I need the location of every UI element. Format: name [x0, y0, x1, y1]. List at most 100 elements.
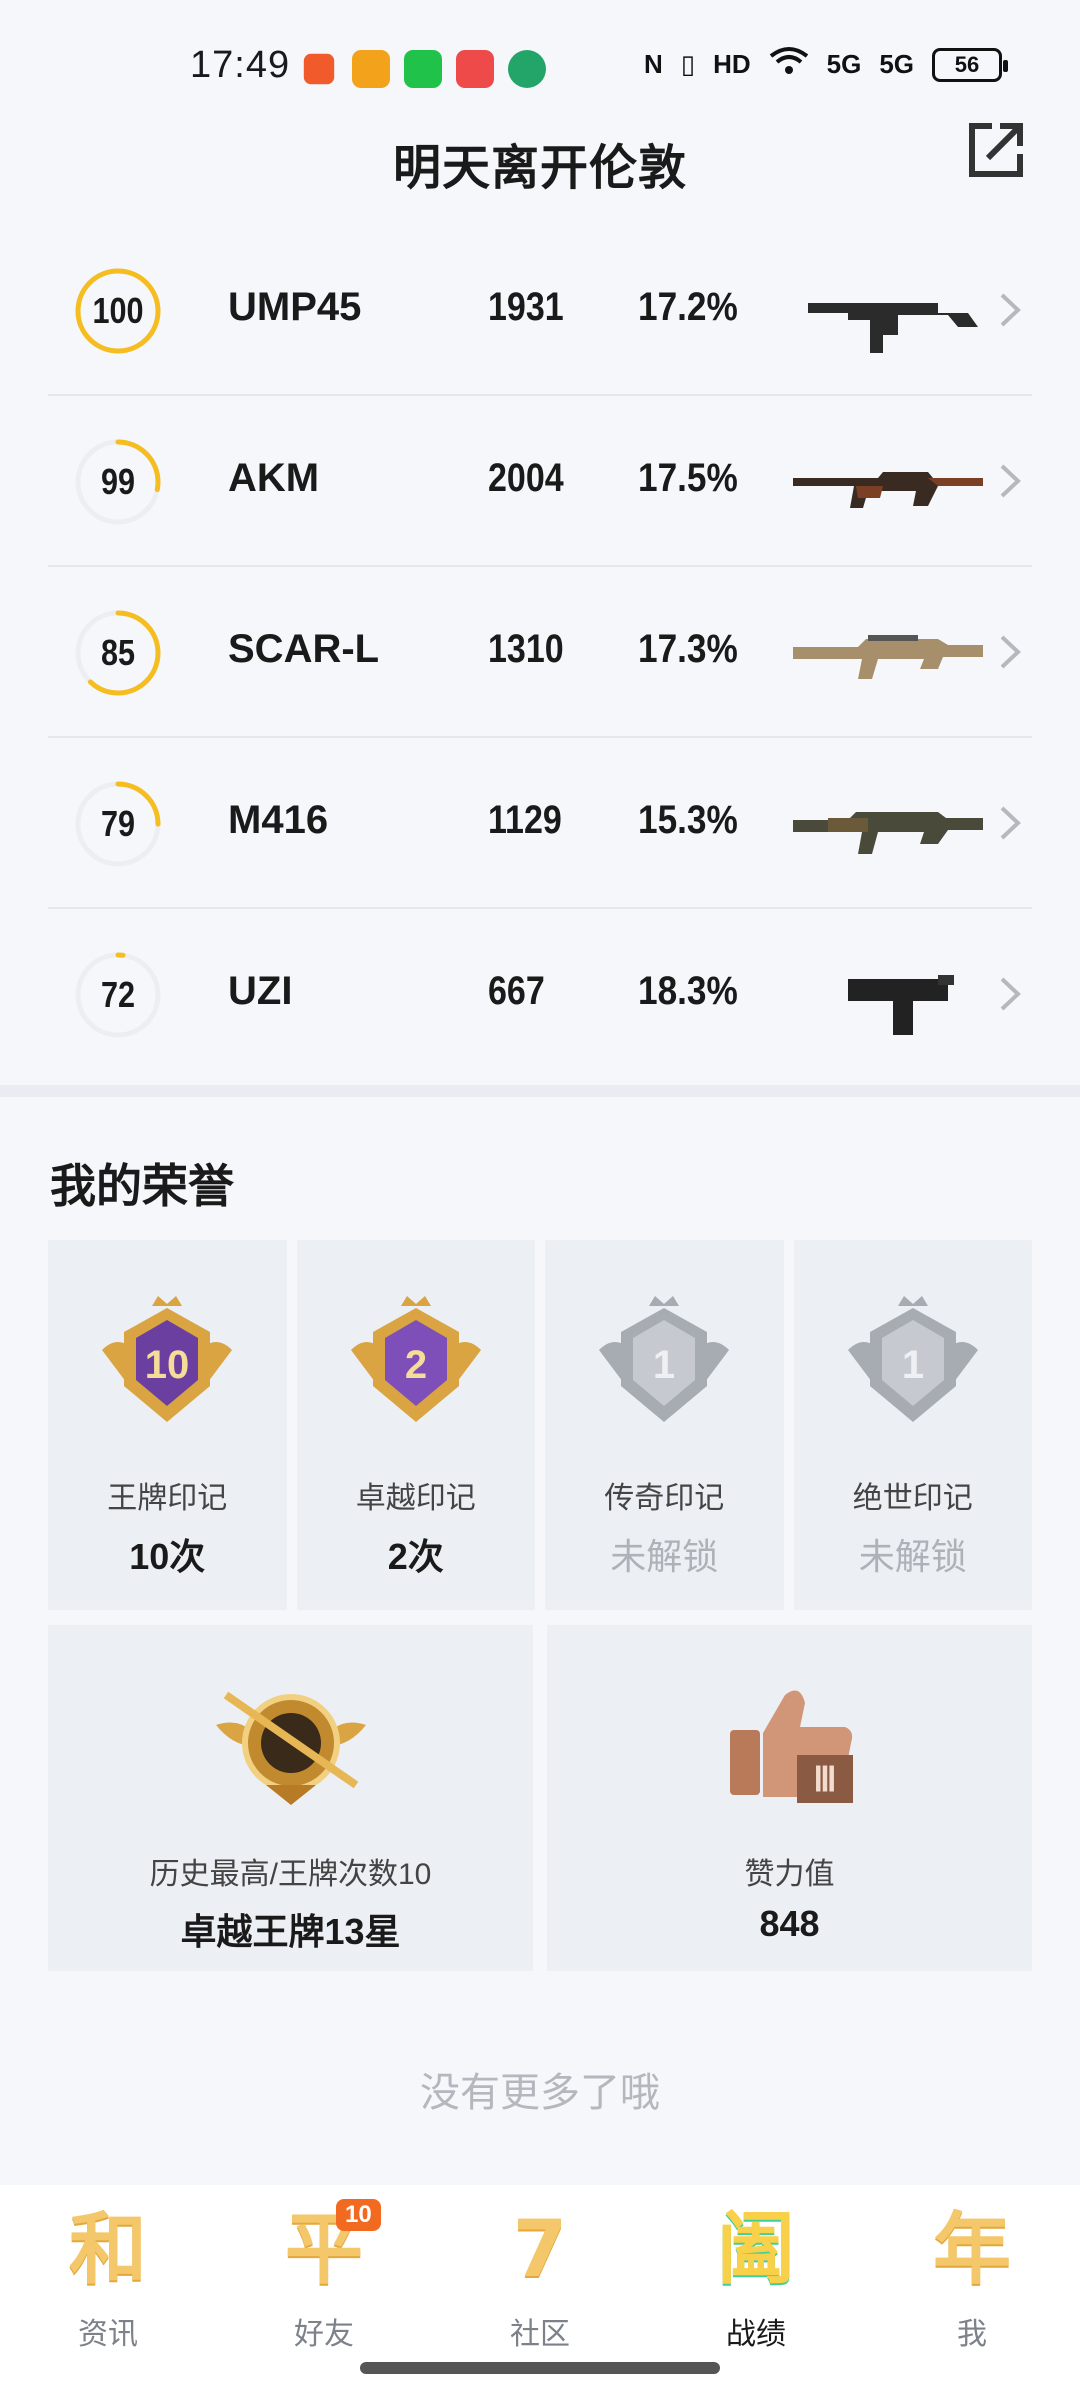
smg-ump45-icon — [808, 303, 978, 353]
weapon-percent: 17.5% — [638, 456, 738, 500]
weapon-percent: 17.2% — [638, 285, 738, 329]
weapon-name: M416 — [228, 798, 329, 842]
tab-label: 战绩 — [726, 2318, 786, 2351]
likes-card[interactable]: Ⅲ 赞力值 848 — [547, 1625, 1032, 1971]
honor-mark-value: 2次 — [387, 1536, 444, 1577]
weapon-level-ring: 99 — [70, 434, 166, 530]
header: 明天离开伦敦 — [0, 118, 1080, 198]
honor-mark-label: 传奇印记 — [604, 1482, 725, 1515]
honor-mark-label: 王牌印记 — [107, 1482, 228, 1515]
chevron-right-icon — [1000, 293, 1021, 327]
weapon-level-ring: 72 — [70, 947, 166, 1043]
signal-1-icon: 5G — [826, 49, 862, 79]
video-app-icon — [456, 50, 494, 88]
weapon-name: UZI — [228, 969, 293, 1013]
chevron-right-icon — [1000, 977, 1021, 1011]
honor-mark-value: 未解锁 — [858, 1536, 967, 1577]
weapon-level: 99 — [100, 461, 136, 502]
nfc-icon: N — [643, 49, 663, 79]
highest-rank-card[interactable]: 历史最高/王牌次数10 卓越王牌13星 — [48, 1625, 533, 1971]
rifle-m416-icon — [793, 812, 983, 854]
weapon-level: 85 — [100, 632, 136, 673]
tab-label: 好友 — [294, 2318, 354, 2351]
status-time: 17:49 — [190, 44, 291, 86]
tab-glyph-icon: 和 — [68, 2205, 147, 2295]
honor-stats-grid: 历史最高/王牌次数10 卓越王牌13星 Ⅲ 赞力值 848 — [48, 1625, 1032, 1971]
page: 17:49 N ▯ HD 5G 5G 56 明天离开伦敦 100 UMP45 1… — [0, 0, 1080, 2400]
mobile-app-icon — [508, 50, 546, 88]
battery-icon: 56 — [932, 47, 1008, 82]
notification-icons — [300, 50, 546, 88]
tab-glyph-icon: 阖 — [716, 2205, 795, 2295]
tab-badge: 10 — [336, 2199, 381, 2231]
weapon-count: 1310 — [488, 627, 564, 671]
honors-title: 我的荣誉 — [50, 1160, 234, 1212]
honor-mark-card[interactable]: 1 传奇印记 未解锁 — [545, 1240, 784, 1610]
honor-mark-label: 卓越印记 — [355, 1482, 476, 1515]
weapon-name: SCAR-L — [228, 627, 380, 671]
system-icons: N ▯ HD 5G 5G 56 — [643, 46, 1008, 83]
honor-emblem-icon: 2 — [350, 1296, 481, 1422]
rifle-scarl-icon — [793, 635, 983, 679]
honor-mark-value: 10次 — [129, 1536, 206, 1577]
weapon-count: 2004 — [488, 456, 564, 500]
section-divider — [0, 1085, 1080, 1097]
honor-emblem-icon: 10 — [102, 1296, 233, 1422]
weapon-percent: 18.3% — [638, 969, 738, 1013]
chevron-right-icon — [1000, 464, 1021, 498]
highest-rank-value: 卓越王牌13星 — [180, 1911, 401, 1952]
weapon-row[interactable]: 100 UMP45 1931 17.2% — [48, 225, 1032, 396]
weapon-count: 667 — [488, 969, 545, 1013]
chevron-right-icon — [1000, 635, 1021, 669]
honor-mark-value: 未解锁 — [610, 1536, 719, 1577]
signal-2-icon: 5G — [879, 49, 914, 79]
weapon-list: 100 UMP45 1931 17.2% 99 AKM 2004 17.5% 8… — [48, 225, 1032, 1080]
honor-mark-card[interactable]: 1 绝世印记 未解锁 — [793, 1240, 1032, 1610]
no-more-text: 没有更多了哦 — [420, 2071, 660, 2115]
tab-label: 社区 — [510, 2318, 570, 2351]
weapon-level: 79 — [100, 803, 136, 844]
weapon-name: UMP45 — [228, 285, 362, 329]
weapon-level-ring: 100 — [70, 263, 166, 359]
honor-mark-card[interactable]: 10 王牌印记 10次 — [48, 1240, 287, 1610]
highest-rank-label: 历史最高/王牌次数10 — [149, 1858, 432, 1891]
honor-emblem-icon: 1 — [599, 1296, 730, 1422]
emblem-number: 1 — [653, 1343, 675, 1387]
app-icon-orange — [352, 50, 390, 88]
rifle-akm-icon — [793, 472, 983, 508]
game-app-icon — [303, 53, 335, 85]
status-bar: 17:49 N ▯ HD 5G 5G 56 — [0, 0, 1080, 130]
tab-label: 资讯 — [78, 2318, 138, 2351]
hd-icon: HD — [713, 49, 751, 79]
tab-glyph-icon: 7 — [512, 2205, 568, 2295]
weapon-count: 1129 — [488, 798, 562, 842]
chevron-right-icon — [1000, 806, 1021, 840]
wifi-icon — [769, 46, 809, 83]
likes-value: 848 — [759, 1903, 820, 1944]
likes-label: 赞力值 — [744, 1858, 835, 1891]
weapon-row[interactable]: 79 M416 1129 15.3% — [48, 738, 1032, 909]
weapon-row[interactable]: 72 UZI 667 18.3% — [48, 909, 1032, 1080]
weapon-row[interactable]: 99 AKM 2004 17.5% — [48, 396, 1032, 567]
weapon-level-ring: 85 — [70, 605, 166, 701]
tab-label: 我 — [957, 2318, 987, 2351]
weapon-percent: 17.3% — [638, 627, 738, 671]
tab-4[interactable]: 年 我 — [864, 2185, 1080, 2400]
weapon-row[interactable]: 85 SCAR-L 1310 17.3% — [48, 567, 1032, 738]
smg-uzi-icon — [848, 975, 954, 1035]
tab-0[interactable]: 和 资讯 — [0, 2185, 216, 2400]
share-icon[interactable] — [964, 118, 1028, 182]
weapon-level-ring: 79 — [70, 776, 166, 872]
weapon-name: AKM — [228, 456, 320, 500]
emblem-number: 2 — [405, 1343, 427, 1387]
honor-mark-card[interactable]: 2 卓越印记 2次 — [296, 1240, 535, 1610]
svg-text:Ⅲ: Ⅲ — [813, 1762, 836, 1799]
honor-mark-label: 绝世印记 — [852, 1482, 973, 1515]
weapon-level: 100 — [92, 290, 144, 331]
app-icon-green — [404, 50, 442, 88]
emblem-number: 10 — [145, 1343, 190, 1387]
home-indicator[interactable] — [360, 2362, 720, 2374]
vibrate-icon: ▯ — [680, 49, 696, 79]
weapon-percent: 15.3% — [638, 798, 738, 842]
weapon-count: 1931 — [488, 285, 564, 329]
